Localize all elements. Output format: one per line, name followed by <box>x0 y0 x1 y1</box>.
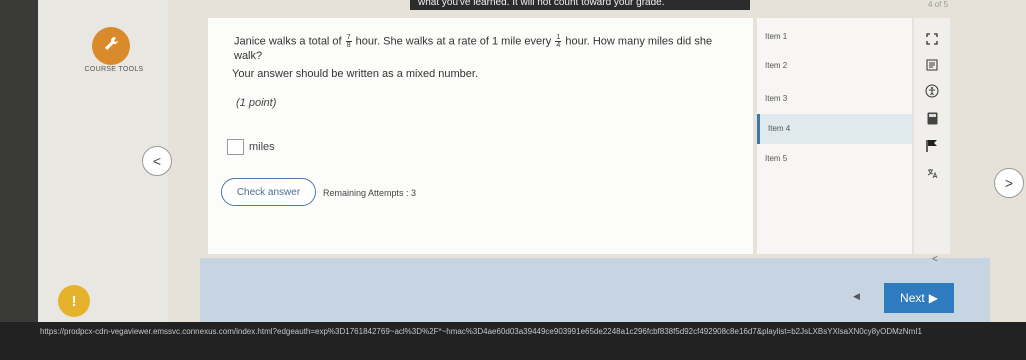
next-page-button[interactable]: > <box>994 168 1024 198</box>
next-button-label: Next <box>900 291 925 305</box>
alert-button[interactable]: ! <box>58 285 90 317</box>
answer-row: miles <box>227 139 275 155</box>
item-5[interactable]: Item 5 <box>757 144 912 174</box>
course-tools-button[interactable] <box>92 27 130 65</box>
item-3[interactable]: Item 3 <box>757 84 912 114</box>
translate-icon[interactable] <box>923 164 941 182</box>
question-card: Janice walks a total of 78 hour. She wal… <box>208 18 753 254</box>
question-text-part2: hour. She walks at a rate of 1 mile ever… <box>355 35 552 48</box>
point-value: (1 point) <box>236 97 277 109</box>
course-tools-label: COURSE TOOLS <box>84 66 144 73</box>
answer-instruction: Your answer should be written as a mixed… <box>232 68 479 80</box>
left-dark-strip <box>0 0 38 360</box>
item-2[interactable]: Item 2 <box>757 51 912 81</box>
accessibility-icon[interactable] <box>923 82 941 100</box>
check-answer-button[interactable]: Check answer <box>221 178 316 206</box>
next-button[interactable]: Next ▶ <box>884 283 954 313</box>
header-banner: what you've learned. It will not count t… <box>410 0 750 10</box>
answer-input[interactable] <box>227 139 244 155</box>
remaining-attempts: Remaining Attempts : 3 <box>323 188 417 198</box>
item-1[interactable]: Item 1 <box>757 22 912 52</box>
fraction-one-fourth: 14 <box>555 34 562 49</box>
page-count: 4 of 5 <box>928 0 949 9</box>
back-arrow-icon[interactable]: ◀ <box>853 291 860 302</box>
play-arrow-icon: ▶ <box>928 291 938 305</box>
previous-page-button[interactable]: < <box>142 146 172 176</box>
tool-icon-column <box>914 18 950 254</box>
fraction-seven-eighths: 78 <box>345 34 352 49</box>
answer-unit-label: miles <box>249 141 275 153</box>
flag-icon[interactable] <box>923 136 941 154</box>
notes-icon[interactable] <box>923 56 941 74</box>
exclamation-icon: ! <box>71 292 77 310</box>
navigation-band <box>200 258 990 322</box>
status-url: https://prodpcx-cdn-vegaviewer.emssvc.co… <box>40 327 922 336</box>
question-text-part1: Janice walks a total of <box>234 35 342 48</box>
item-4[interactable]: Item 4 <box>757 114 912 144</box>
calculator-icon[interactable] <box>923 109 941 127</box>
wrench-icon <box>102 35 120 58</box>
item-list: Item 1 Item 2 Item 3 Item 4 Item 5 <box>757 18 912 254</box>
chevron-left-icon: < <box>152 153 162 169</box>
chevron-right-icon: > <box>1004 175 1014 191</box>
collapse-panel-icon[interactable]: < <box>932 254 938 265</box>
question-text: Janice walks a total of 78 hour. She wal… <box>234 34 734 64</box>
expand-icon[interactable] <box>923 30 941 48</box>
